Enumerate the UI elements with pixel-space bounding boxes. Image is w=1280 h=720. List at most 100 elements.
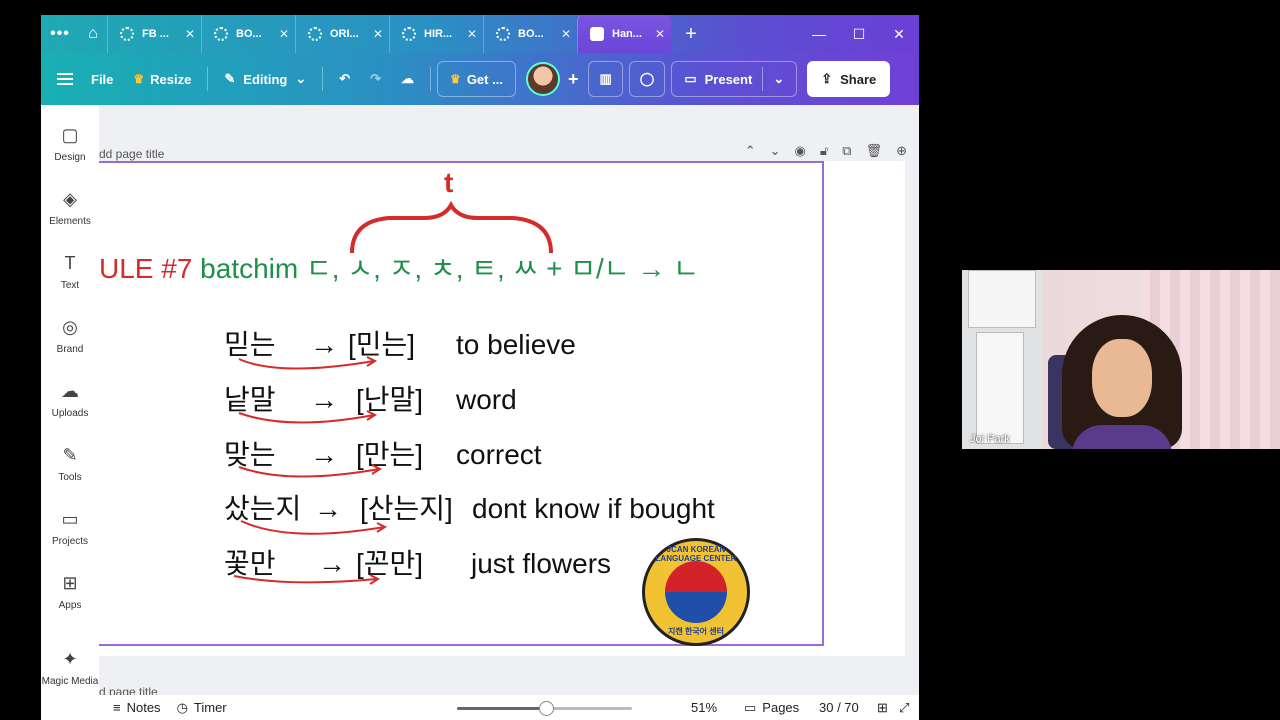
- close-icon[interactable]: ✕: [373, 27, 383, 41]
- comment-icon: ◯: [639, 71, 655, 86]
- hide-icon[interactable]: ◉: [795, 143, 806, 159]
- share-icon: ⇪: [821, 71, 833, 86]
- notes-icon: ≡: [113, 700, 121, 715]
- avatar: [525, 62, 560, 96]
- example-row: 믿는 → [민는] to believe: [224, 329, 576, 360]
- lock-icon[interactable]: 🔓︎: [820, 143, 828, 159]
- example-row: 샀는지 → [산는지] dont know if bought: [224, 493, 715, 524]
- tab-fb[interactable]: FB ... ✕: [107, 15, 201, 53]
- page-counter: 30 / 70: [819, 700, 859, 715]
- timer-button[interactable]: ◷ Timer: [177, 700, 227, 716]
- crown-icon: ♛: [450, 72, 461, 86]
- brand-icon: ◎: [62, 317, 78, 337]
- browser-tab-bar: ••• ⌂ FB ... ✕ BO... ✕ ORI... ✕ HIR... ✕ BO.…: [41, 15, 919, 53]
- page-tools: ⌃ ⌄ ◉ 🔓︎ ⧉ 🗑︎ ⊕: [745, 143, 907, 159]
- present-icon: ▭: [684, 71, 697, 86]
- example-row: 맞는 → [만는] correct: [224, 439, 542, 470]
- cloud-check-icon: ☁: [401, 71, 415, 86]
- close-icon[interactable]: ✕: [185, 27, 195, 41]
- zoom-slider-knob[interactable]: [539, 701, 555, 716]
- redo-icon: ↷: [370, 71, 382, 86]
- magic-media-icon: ✦: [62, 649, 78, 669]
- slide-page: t ULE #7 batchim ㄷ, ㅅ, ㅈ, ㅊ, ㅌ, ㅆ + ㅁ/ㄴ …: [99, 161, 905, 656]
- more-icon[interactable]: •••: [41, 25, 79, 43]
- close-icon[interactable]: ✕: [279, 27, 289, 41]
- undo-icon: ↶: [339, 71, 351, 86]
- undo-button[interactable]: ↶: [329, 61, 360, 97]
- chevron-down-icon[interactable]: ⌄: [773, 71, 784, 87]
- rule-heading: ULE #7 batchim ㄷ, ㅅ, ㅈ, ㅊ, ㅌ, ㅆ + ㅁ/ㄴ → …: [99, 253, 699, 284]
- new-tab-icon[interactable]: +: [671, 23, 711, 46]
- insights-button[interactable]: ▥: [588, 61, 623, 97]
- fullscreen-icon[interactable]: ⤢: [899, 700, 909, 716]
- sidebar-item-brand[interactable]: ◎ Brand: [41, 317, 99, 355]
- duplicate-icon[interactable]: ⧉: [842, 143, 851, 159]
- example-row: 꽃만 → [꼰만] just flowers: [224, 548, 612, 579]
- tab-han-active[interactable]: Han... ✕: [577, 15, 671, 53]
- loading-icon: [308, 27, 322, 41]
- sidebar-item-projects[interactable]: ▭ Projects: [41, 509, 99, 547]
- pencil-icon: ✎: [224, 71, 236, 86]
- uploads-icon: ☁: [61, 381, 79, 401]
- sidebar-item-magic-media[interactable]: ✦ Magic Media: [41, 649, 99, 687]
- add-page-icon[interactable]: ⊕: [896, 143, 907, 159]
- timer-icon: ◷: [176, 699, 188, 715]
- pages-button[interactable]: ▭ Pages: [744, 700, 799, 716]
- zoom-slider[interactable]: [457, 701, 632, 716]
- example-row: 낱말 → [난말] word: [224, 384, 517, 415]
- tab-hir[interactable]: HIR... ✕: [389, 15, 483, 53]
- page-title-input[interactable]: dd page title: [99, 147, 164, 161]
- minimize-icon[interactable]: —: [799, 26, 839, 42]
- loading-icon: [402, 27, 416, 41]
- sidebar-item-apps[interactable]: ⊞ Apps: [41, 573, 99, 611]
- present-button[interactable]: ▭ Present ⌄: [671, 61, 798, 97]
- maximize-icon[interactable]: ☐: [839, 26, 879, 43]
- collaborator-avatar[interactable]: +: [516, 61, 589, 97]
- share-button[interactable]: ⇪ Share: [807, 61, 891, 97]
- chevron-up-icon[interactable]: ⌃: [745, 143, 756, 159]
- screen: ••• ⌂ FB ... ✕ BO... ✕ ORI... ✕ HIR... ✕ BO.…: [0, 0, 1280, 720]
- sidebar-item-text[interactable]: T Text: [41, 253, 99, 291]
- canva-icon: [590, 27, 604, 41]
- chevron-down-icon[interactable]: ⌄: [770, 143, 781, 159]
- apps-icon: ⊞: [62, 573, 78, 593]
- get-button[interactable]: ♛ Get ...: [437, 61, 516, 97]
- tab-bo[interactable]: BO... ✕: [201, 15, 295, 53]
- close-icon[interactable]: ✕: [467, 27, 477, 41]
- file-button[interactable]: File: [81, 61, 123, 97]
- cloud-save-button[interactable]: ☁: [391, 61, 424, 97]
- elements-icon: ◈: [63, 189, 77, 209]
- close-icon[interactable]: ✕: [655, 27, 665, 41]
- wall-poster: [968, 270, 1036, 328]
- editing-button[interactable]: ✎ Editing ⌄: [214, 61, 316, 97]
- add-collaborator-icon[interactable]: +: [568, 69, 579, 90]
- webcam-feed: Joi Park: [962, 270, 1280, 449]
- editor-canvas: dd page title ⌃ ⌄ ◉ 🔓︎ ⧉ 🗑︎ ⊕ t ULE #7 b…: [99, 105, 919, 700]
- tab-ori[interactable]: ORI... ✕: [295, 15, 389, 53]
- close-window-icon[interactable]: ✕: [879, 26, 919, 43]
- design-icon: ▢: [61, 125, 79, 145]
- close-icon[interactable]: ✕: [561, 27, 571, 41]
- zoom-level[interactable]: 51%: [691, 700, 717, 715]
- trash-icon[interactable]: 🗑︎: [866, 143, 883, 159]
- sidebar-item-tools[interactable]: ✎ Tools: [41, 445, 99, 483]
- projects-icon: ▭: [61, 509, 79, 529]
- editor-toolbar: File ♛ Resize ✎ Editing ⌄ ↶ ↷ ☁ ♛ Get ... + …: [41, 53, 919, 105]
- jcan-logo: JCAN KOREAN LANGUAGE CENTER 지캔 한국어 센터: [642, 538, 750, 646]
- menu-icon[interactable]: [57, 70, 73, 88]
- sidebar-item-elements[interactable]: ◈ Elements: [41, 189, 99, 227]
- text-icon: T: [64, 253, 76, 273]
- tab-bo-2[interactable]: BO... ✕: [483, 15, 577, 53]
- home-icon[interactable]: ⌂: [79, 15, 107, 53]
- notes-button[interactable]: ≡ Notes: [113, 700, 161, 715]
- grid-view-icon[interactable]: ⊞: [877, 700, 888, 716]
- slide[interactable]: t ULE #7 batchim ㄷ, ㅅ, ㅈ, ㅊ, ㅌ, ㅆ + ㅁ/ㄴ …: [99, 161, 824, 646]
- tools-icon: ✎: [62, 445, 78, 465]
- sidebar-item-uploads[interactable]: ☁ Uploads: [41, 381, 99, 419]
- comment-button[interactable]: ◯: [628, 61, 666, 97]
- resize-button[interactable]: ♛ Resize: [123, 61, 201, 97]
- canva-window: ••• ⌂ FB ... ✕ BO... ✕ ORI... ✕ HIR... ✕ BO.…: [41, 15, 919, 720]
- loading-icon: [214, 27, 228, 41]
- sidebar-item-design[interactable]: ▢ Design: [41, 125, 99, 163]
- redo-button[interactable]: ↷: [360, 61, 391, 97]
